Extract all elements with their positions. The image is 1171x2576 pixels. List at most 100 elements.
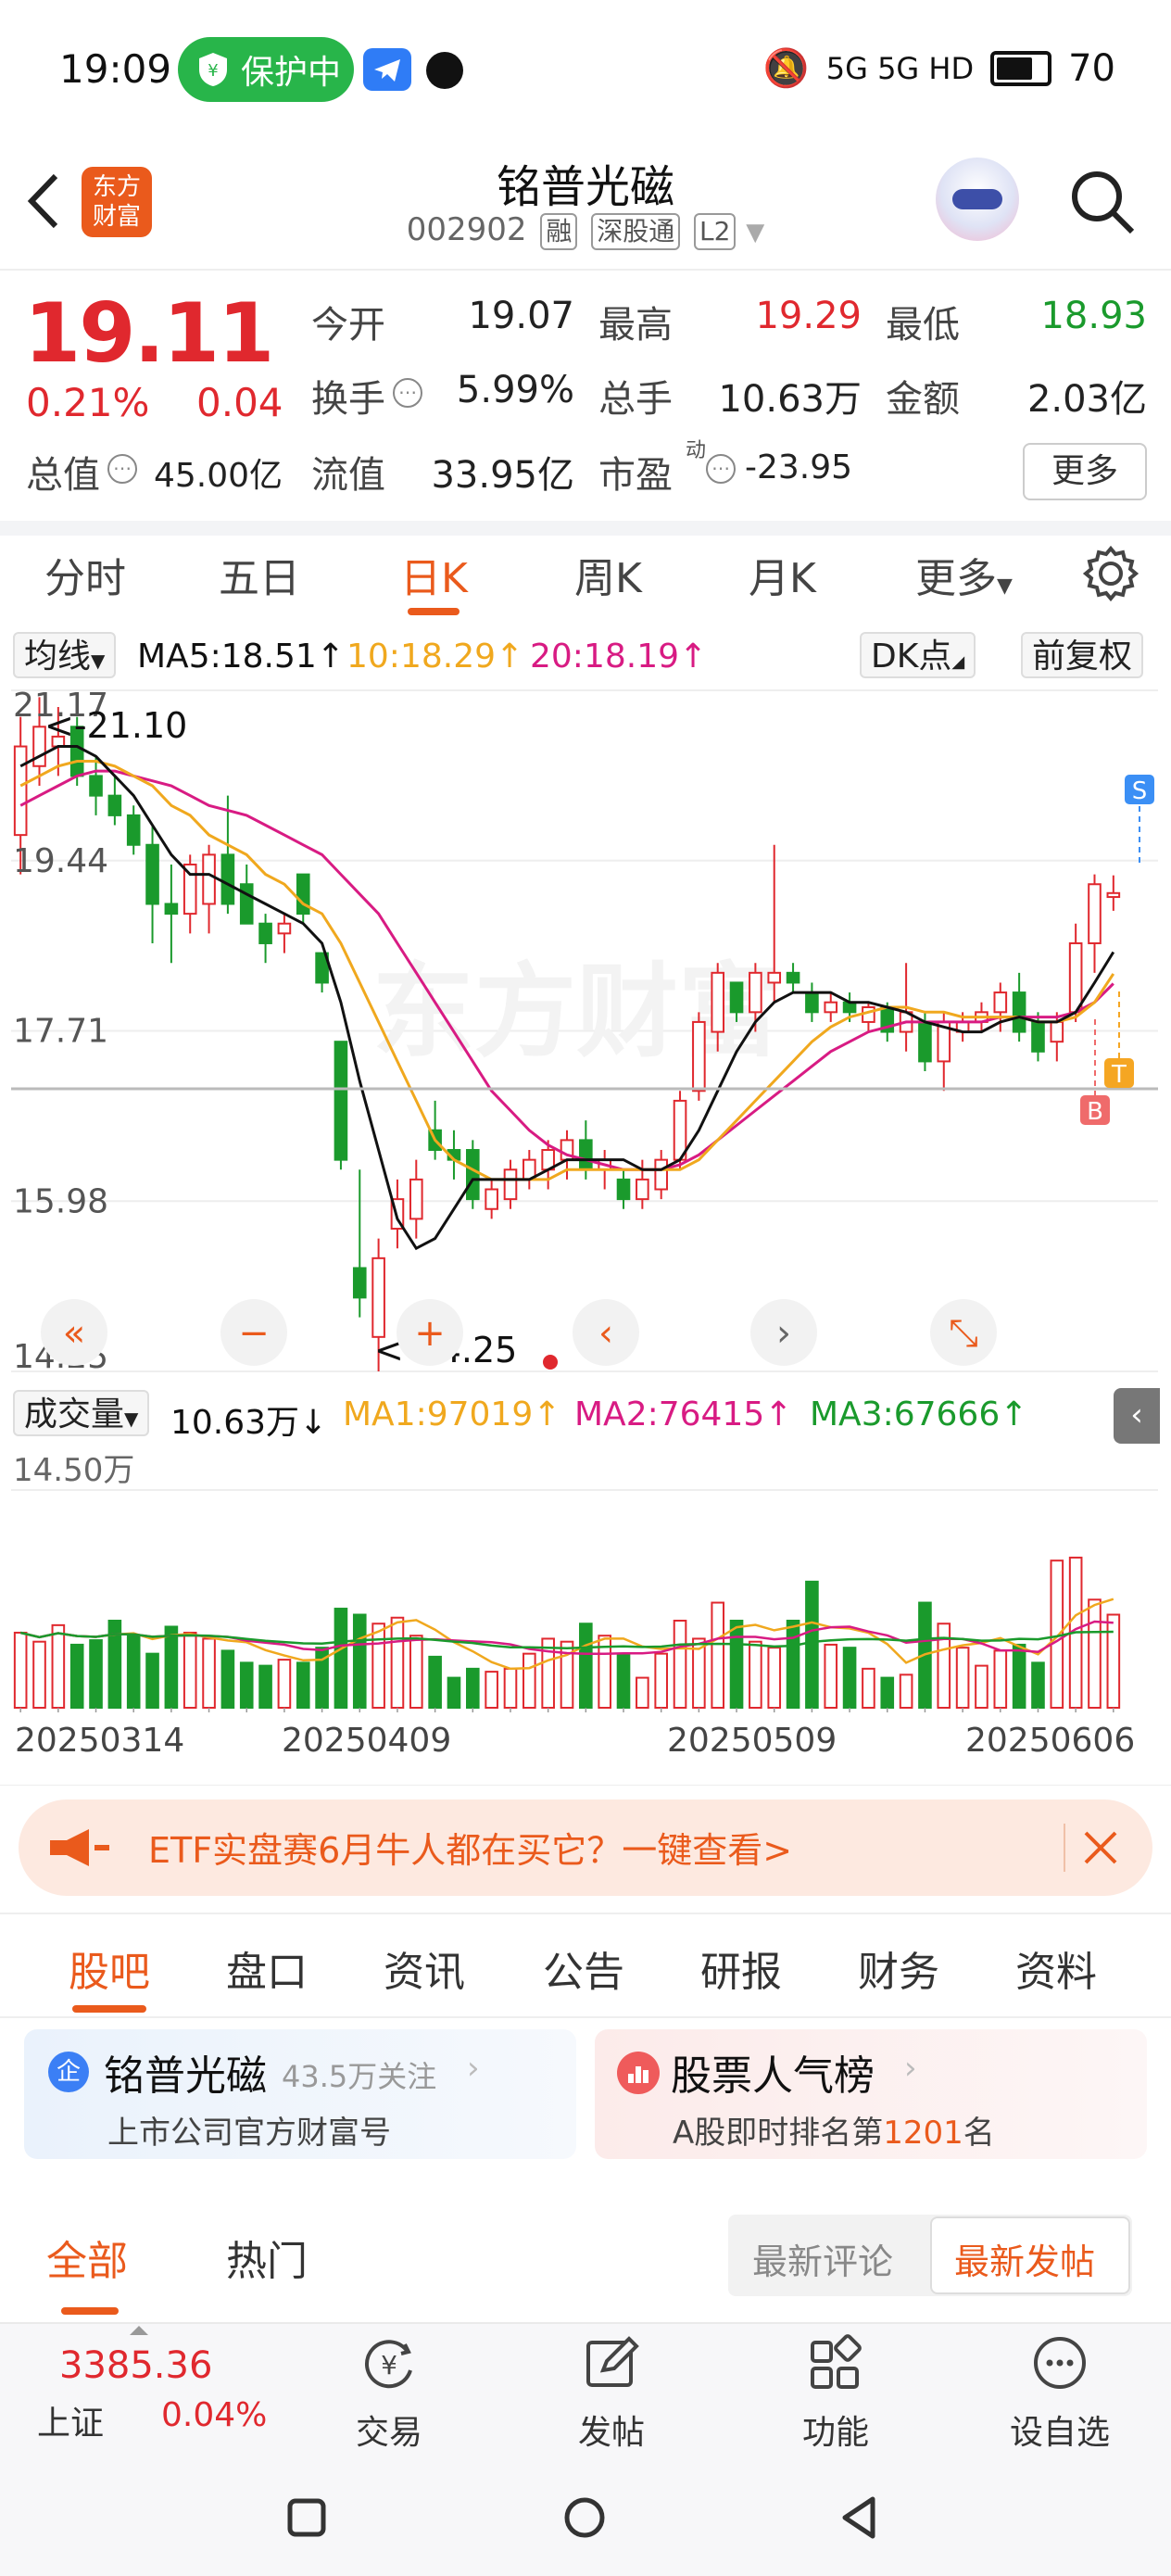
- candle: [409, 1159, 423, 1239]
- volume-bar: [183, 1631, 197, 1709]
- indicator-selector-label: 成交量: [24, 1395, 125, 1433]
- tab-monthly-k[interactable]: 月K: [749, 545, 816, 604]
- popularity-card[interactable]: 股票人气榜 › A股即时排名第1201名: [595, 2029, 1147, 2159]
- tab-hot[interactable]: 热门: [226, 2228, 308, 2287]
- gear-icon[interactable]: [1082, 545, 1140, 602]
- tab-intraday[interactable]: 分时: [44, 545, 126, 604]
- index-value[interactable]: 3385.36: [59, 2344, 212, 2387]
- volume-bar: [1050, 1559, 1064, 1710]
- turnover-value: 5.99%: [456, 369, 574, 411]
- tab-research[interactable]: 研报: [700, 1938, 782, 1998]
- caret-up-icon: [130, 2326, 148, 2335]
- vol-ma2: MA2:76415↑: [574, 1395, 793, 1433]
- tab-more[interactable]: 更多▼: [915, 545, 1013, 604]
- tab-more-label: 更多: [915, 555, 997, 602]
- adjust-button[interactable]: 前复权: [1021, 632, 1144, 678]
- tab-order-book[interactable]: 盘口: [226, 1938, 308, 1998]
- volume-bar: [51, 1623, 66, 1710]
- info-icon[interactable]: ⋯: [107, 454, 137, 484]
- volume-bar: [32, 1640, 46, 1709]
- svg-text:¥: ¥: [381, 2350, 397, 2380]
- candle-body: [145, 843, 159, 905]
- chart-control-button[interactable]: ›: [750, 1299, 817, 1366]
- tab-daily-k[interactable]: 日K: [400, 545, 468, 604]
- candle: [277, 914, 292, 953]
- index-pct[interactable]: 0.04%: [161, 2396, 267, 2434]
- nav-add-watchlist[interactable]: 设自选: [986, 2331, 1134, 2454]
- s-marker[interactable]: S: [1125, 775, 1154, 805]
- pe-value: -23.95: [745, 448, 853, 486]
- info-icon[interactable]: ⋯: [706, 454, 736, 484]
- volume-bar: [447, 1676, 461, 1710]
- battery-level: 70: [1068, 46, 1115, 90]
- sort-latest-comment[interactable]: 最新评论: [752, 2233, 893, 2284]
- volume-bar: [296, 1661, 310, 1709]
- volume-bar: [334, 1608, 348, 1709]
- chart-control-button[interactable]: +: [397, 1299, 463, 1366]
- candle-body: [749, 971, 762, 1014]
- recent-apps-icon[interactable]: [285, 2496, 328, 2539]
- volume-bar: [1106, 1613, 1121, 1709]
- chart-control-button[interactable]: «: [41, 1299, 107, 1366]
- candle-body: [767, 971, 782, 984]
- tab-all[interactable]: 全部: [46, 2228, 128, 2287]
- date-tick: 20250606: [965, 1722, 1136, 1760]
- tab-financials[interactable]: 财务: [858, 1938, 939, 1998]
- volume-bar: [277, 1659, 292, 1709]
- tab-announcements[interactable]: 公告: [543, 1938, 624, 1998]
- search-icon[interactable]: [1065, 165, 1140, 239]
- candle-body: [126, 814, 141, 846]
- tab-weekly-k[interactable]: 周K: [574, 545, 642, 604]
- candle-body: [202, 853, 216, 905]
- stock-header: 东方财富 铭普光磁 002902 融 深股通 L2 ▼: [0, 139, 1171, 271]
- index-name[interactable]: 上证: [37, 2396, 104, 2444]
- dk-point-button[interactable]: DK点◢: [860, 632, 976, 678]
- tab-news[interactable]: 资讯: [384, 1938, 465, 1998]
- megaphone-icon: [50, 1829, 109, 1866]
- candle-body: [334, 1041, 348, 1161]
- candle: [220, 795, 235, 915]
- low-label: 最低: [886, 304, 960, 347]
- b-marker[interactable]: B: [1080, 1095, 1110, 1126]
- close-icon[interactable]: [1082, 1829, 1119, 1866]
- back-triangle-icon[interactable]: [837, 2494, 880, 2541]
- company-card[interactable]: 企 铭普光磁 43.5万关注 › 上市公司官方财富号: [24, 2029, 576, 2159]
- nav-trade[interactable]: ¥ 交易: [315, 2331, 463, 2454]
- nav-functions[interactable]: 功能: [762, 2331, 910, 2454]
- volume-bar: [390, 1616, 405, 1709]
- high-label: 最高: [598, 304, 673, 347]
- chart-control-button[interactable]: ‹: [573, 1299, 639, 1366]
- chart-control-button[interactable]: −: [220, 1299, 287, 1366]
- t-marker[interactable]: T: [1104, 1058, 1134, 1089]
- volume-bar: [673, 1620, 687, 1709]
- volume-bar: [503, 1667, 518, 1710]
- volume-value: 10.63万: [718, 378, 862, 421]
- tab-profile[interactable]: 资料: [1015, 1938, 1097, 1998]
- promo-banner[interactable]: ETF实盘赛6月牛人都在买它？一键查看>: [19, 1799, 1152, 1896]
- ma-selector[interactable]: 均线▼: [13, 632, 117, 678]
- volume-bar: [880, 1676, 895, 1710]
- company-badge-icon: 企: [48, 2052, 89, 2092]
- nav-post[interactable]: 发帖: [537, 2331, 686, 2454]
- kline-chart[interactable]: 东方财富 21.1719.4417.7115.9814.25 <-21.10 <…: [11, 686, 1160, 1385]
- sort-latest-post[interactable]: 最新发帖: [930, 2216, 1130, 2294]
- candle-body: [220, 853, 235, 905]
- caret-down-icon: ▼: [746, 219, 765, 246]
- status-bar: 19:09 ¥ 保护中 🔕 5G 5G HD 70: [0, 0, 1171, 139]
- candle-body: [1068, 941, 1083, 1014]
- collapse-panel-button[interactable]: ‹: [1114, 1388, 1160, 1444]
- indicator-selector[interactable]: 成交量▼: [13, 1390, 150, 1436]
- more-button[interactable]: 更多: [1023, 443, 1147, 500]
- tab-guba[interactable]: 股吧: [69, 1938, 150, 1998]
- volume-chart[interactable]: 14.50万: [11, 1444, 1160, 1712]
- info-icon[interactable]: ⋯: [393, 378, 422, 408]
- assistant-robot-icon[interactable]: [936, 158, 1019, 241]
- candle: [654, 1150, 669, 1200]
- float-value: 33.95亿: [431, 454, 574, 497]
- chart-control-button[interactable]: ⤡: [930, 1299, 997, 1366]
- pe-label: 市盈: [598, 454, 673, 497]
- volume-bar: [164, 1625, 179, 1709]
- candle-body: [842, 1001, 857, 1014]
- tab-five-day[interactable]: 五日: [219, 545, 300, 604]
- home-icon[interactable]: [561, 2494, 608, 2541]
